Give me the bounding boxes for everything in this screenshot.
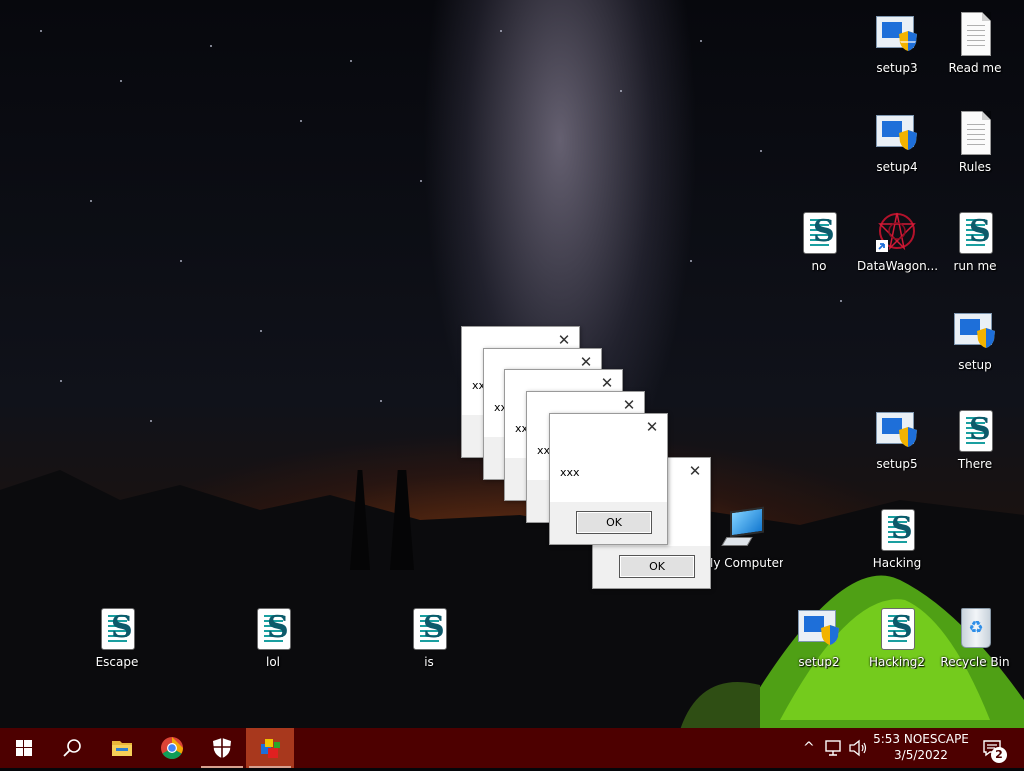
security-shield-icon xyxy=(213,738,231,758)
desktop-icon-setup[interactable]: setup xyxy=(935,305,1015,375)
desktop-icon-read-me[interactable]: Read me xyxy=(935,8,1015,78)
dialog-footer: OK xyxy=(550,502,667,544)
setup-icon xyxy=(952,309,998,355)
setup-icon xyxy=(796,606,842,652)
desktop-icon-hacking[interactable]: S Hacking xyxy=(857,503,937,573)
clock-time: 5:53 NOESCAPE xyxy=(873,732,969,746)
desktop-icon-no[interactable]: S no xyxy=(779,206,859,276)
program-icon xyxy=(261,739,280,758)
dialog-message: xxx xyxy=(560,466,580,479)
icon-label: Recycle Bin xyxy=(940,655,1010,669)
desktop-icon-escape[interactable]: S Escape xyxy=(77,602,157,672)
message-dialog-focused[interactable]: ✕ xxx OK xyxy=(549,413,668,545)
script-icon: S xyxy=(952,210,998,256)
icon-label: Read me xyxy=(948,61,1002,75)
close-button[interactable]: ✕ xyxy=(684,460,706,482)
desktop-icon-recycle-bin[interactable]: ♻ Recycle Bin xyxy=(935,602,1015,672)
icon-label: setup2 xyxy=(798,655,840,669)
script-icon: S xyxy=(94,606,140,652)
desktop-icon-rules[interactable]: Rules xyxy=(935,107,1015,177)
chrome-button[interactable] xyxy=(148,728,196,768)
desktop-icon-setup3[interactable]: setup3 xyxy=(857,8,937,78)
icon-label: Hacking xyxy=(872,556,922,570)
search-icon xyxy=(63,739,81,757)
script-icon: S xyxy=(952,408,998,454)
ok-button[interactable]: OK xyxy=(576,511,652,534)
desktop-icon-setup2[interactable]: setup2 xyxy=(779,602,859,672)
icon-label: run me xyxy=(953,259,997,273)
datawagon-shortcut-icon xyxy=(874,210,920,256)
setup-icon xyxy=(874,111,920,157)
file-explorer-icon xyxy=(112,741,132,756)
icon-label: My Computer xyxy=(703,556,783,570)
icon-label: no xyxy=(811,259,827,273)
desktop-icon-datawagon[interactable]: DataWagon... xyxy=(857,206,937,276)
icon-label: Hacking2 xyxy=(868,655,926,669)
windows-security-button[interactable] xyxy=(198,728,246,768)
computer-icon xyxy=(720,506,766,553)
volume-icon[interactable] xyxy=(848,739,868,757)
icon-label: setup4 xyxy=(876,160,918,174)
file-explorer-button[interactable] xyxy=(98,728,146,768)
icon-label: setup5 xyxy=(876,457,918,471)
desktop-icon-run-me[interactable]: S run me xyxy=(935,206,1015,276)
script-icon: S xyxy=(874,606,920,652)
script-icon: S xyxy=(874,507,920,553)
icon-label: setup xyxy=(958,358,992,372)
clock-date: 3/5/2022 xyxy=(894,748,948,762)
icon-label: There xyxy=(957,457,993,471)
desktop-icon-is[interactable]: S is xyxy=(389,602,469,672)
script-icon: S xyxy=(796,210,842,256)
document-icon xyxy=(952,111,998,157)
icon-label: Escape xyxy=(95,655,139,669)
desktop-icon-my-computer[interactable]: My Computer xyxy=(703,503,783,573)
icon-label: is xyxy=(424,655,434,669)
icon-label: DataWagon... xyxy=(857,259,937,273)
desktop-icon-there[interactable]: S There xyxy=(935,404,1015,474)
icon-label: Rules xyxy=(958,160,992,174)
script-icon: S xyxy=(250,606,296,652)
icon-label: setup3 xyxy=(876,61,918,75)
icon-label: lol xyxy=(265,655,280,669)
script-icon: S xyxy=(406,606,452,652)
taskbar: ^ 5:53 NOESCAPE 3/5/2022 xyxy=(0,728,1024,768)
notification-count-badge: 2 xyxy=(991,747,1007,763)
chevron-up-icon[interactable]: ^ xyxy=(803,739,815,757)
desktop-icon-setup4[interactable]: setup4 xyxy=(857,107,937,177)
chrome-icon xyxy=(161,737,183,759)
system-clock[interactable]: 5:53 NOESCAPE 3/5/2022 xyxy=(872,731,970,763)
recycle-bin-icon: ♻ xyxy=(952,606,998,652)
start-icon xyxy=(16,740,32,756)
desktop-icon-setup5[interactable]: setup5 xyxy=(857,404,937,474)
running-program-button[interactable] xyxy=(246,728,294,768)
close-button[interactable]: ✕ xyxy=(641,416,663,438)
setup-icon xyxy=(874,408,920,454)
document-icon xyxy=(952,12,998,58)
setup-icon xyxy=(874,12,920,58)
desktop-icon-hacking2[interactable]: S Hacking2 xyxy=(857,602,937,672)
ok-button[interactable]: OK xyxy=(619,555,695,578)
network-icon[interactable] xyxy=(824,739,844,757)
dialog-footer: OK xyxy=(593,546,710,588)
start-button[interactable] xyxy=(0,728,48,768)
search-button[interactable] xyxy=(48,728,96,768)
desktop-icon-lol[interactable]: S lol xyxy=(233,602,313,672)
